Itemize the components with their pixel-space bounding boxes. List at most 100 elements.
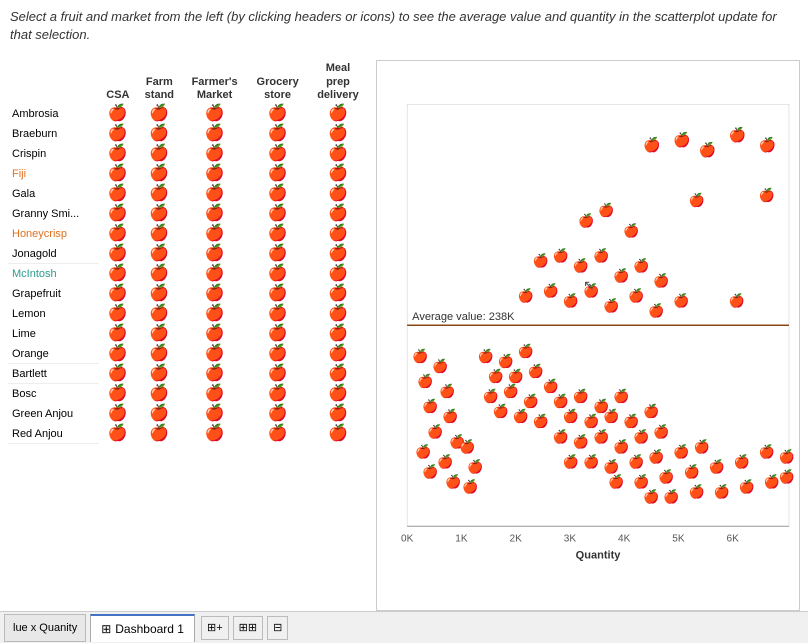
fruit-icon-cell[interactable]: 🍎	[247, 224, 308, 244]
fruit-icon-cell[interactable]: 🍎	[182, 424, 247, 444]
fruit-icon-cell[interactable]: 🍎	[308, 224, 368, 244]
fruit-icon-cell[interactable]: 🍎	[182, 204, 247, 224]
remove-dashboard-button[interactable]: ⊟	[267, 616, 288, 640]
fruit-name-cell[interactable]: McIntosh	[8, 264, 99, 284]
fruit-icon-cell[interactable]: 🍎	[247, 404, 308, 424]
new-dashboard-button[interactable]: ⊞+	[201, 616, 229, 640]
fruit-icon-cell[interactable]: 🍎	[99, 364, 137, 384]
fruit-icon-cell[interactable]: 🍎	[137, 344, 182, 364]
fruit-name-cell[interactable]: Fiji	[8, 164, 99, 184]
col-header-farmersmarket[interactable]: Farmer'sMarket	[182, 60, 247, 104]
fruit-icon-cell[interactable]: 🍎	[99, 184, 137, 204]
fruit-icon-cell[interactable]: 🍎	[247, 324, 308, 344]
fruit-icon-cell[interactable]: 🍎	[182, 284, 247, 304]
table-row[interactable]: Bartlett🍎🍎🍎🍎🍎	[8, 364, 368, 384]
fruit-icon-cell[interactable]: 🍎	[308, 204, 368, 224]
fruit-name-cell[interactable]: Bartlett	[8, 364, 99, 384]
fruit-icon-cell[interactable]: 🍎	[308, 344, 368, 364]
fruit-icon-cell[interactable]: 🍎	[247, 144, 308, 164]
duplicate-dashboard-button[interactable]: ⊞⊞	[233, 616, 263, 640]
fruit-name-cell[interactable]: Jonagold	[8, 244, 99, 264]
col-header-csa[interactable]: CSA	[99, 60, 137, 104]
fruit-icon-cell[interactable]: 🍎	[247, 104, 308, 124]
fruit-icon-cell[interactable]: 🍎	[99, 304, 137, 324]
fruit-icon-cell[interactable]: 🍎	[137, 304, 182, 324]
fruit-icon-cell[interactable]: 🍎	[247, 264, 308, 284]
fruit-icon-cell[interactable]: 🍎	[99, 344, 137, 364]
fruit-icon-cell[interactable]: 🍎	[247, 344, 308, 364]
fruit-icon-cell[interactable]: 🍎	[308, 144, 368, 164]
fruit-icon-cell[interactable]: 🍎	[137, 244, 182, 264]
col-header-farmstand[interactable]: Farmstand	[137, 60, 182, 104]
fruit-icon-cell[interactable]: 🍎	[182, 404, 247, 424]
fruit-icon-cell[interactable]: 🍎	[99, 244, 137, 264]
fruit-icon-cell[interactable]: 🍎	[247, 384, 308, 404]
fruit-name-cell[interactable]: Granny Smi...	[8, 204, 99, 224]
fruit-icon-cell[interactable]: 🍎	[99, 124, 137, 144]
fruit-name-cell[interactable]: Bosc	[8, 384, 99, 404]
table-row[interactable]: Red Anjou🍎🍎🍎🍎🍎	[8, 424, 368, 444]
fruit-icon-cell[interactable]: 🍎	[182, 224, 247, 244]
fruit-icon-cell[interactable]: 🍎	[137, 144, 182, 164]
fruit-icon-cell[interactable]: 🍎	[137, 104, 182, 124]
fruit-icon-cell[interactable]: 🍎	[182, 304, 247, 324]
col-header-mealprep[interactable]: Mealprepdelivery	[308, 60, 368, 104]
table-row[interactable]: Braeburn🍎🍎🍎🍎🍎	[8, 124, 368, 144]
fruit-icon-cell[interactable]: 🍎	[137, 224, 182, 244]
fruit-icon-cell[interactable]: 🍎	[182, 344, 247, 364]
fruit-icon-cell[interactable]: 🍎	[137, 184, 182, 204]
fruit-icon-cell[interactable]: 🍎	[137, 124, 182, 144]
fruit-name-cell[interactable]: Gala	[8, 184, 99, 204]
fruit-icon-cell[interactable]: 🍎	[308, 284, 368, 304]
fruit-icon-cell[interactable]: 🍎	[308, 104, 368, 124]
table-row[interactable]: Lemon🍎🍎🍎🍎🍎	[8, 304, 368, 324]
fruit-icon-cell[interactable]: 🍎	[137, 264, 182, 284]
fruit-icon-cell[interactable]: 🍎	[308, 424, 368, 444]
fruit-icon-cell[interactable]: 🍎	[99, 284, 137, 304]
tab-dashboard1[interactable]: ⊞ Dashboard 1	[90, 614, 195, 642]
fruit-icon-cell[interactable]: 🍎	[308, 384, 368, 404]
fruit-name-cell[interactable]: Honeycrisp	[8, 224, 99, 244]
table-row[interactable]: Grapefruit🍎🍎🍎🍎🍎	[8, 284, 368, 304]
fruit-name-cell[interactable]: Braeburn	[8, 124, 99, 144]
table-row[interactable]: Jonagold🍎🍎🍎🍎🍎	[8, 244, 368, 264]
fruit-icon-cell[interactable]: 🍎	[182, 384, 247, 404]
fruit-icon-cell[interactable]: 🍎	[99, 104, 137, 124]
table-row[interactable]: Granny Smi...🍎🍎🍎🍎🍎	[8, 204, 368, 224]
fruit-icon-cell[interactable]: 🍎	[99, 144, 137, 164]
table-row[interactable]: Lime🍎🍎🍎🍎🍎	[8, 324, 368, 344]
fruit-icon-cell[interactable]: 🍎	[182, 364, 247, 384]
fruit-icon-cell[interactable]: 🍎	[137, 204, 182, 224]
fruit-icon-cell[interactable]: 🍎	[99, 264, 137, 284]
fruit-name-cell[interactable]: Crispin	[8, 144, 99, 164]
table-row[interactable]: Green Anjou🍎🍎🍎🍎🍎	[8, 404, 368, 424]
fruit-icon-cell[interactable]: 🍎	[247, 424, 308, 444]
table-row[interactable]: Ambrosia🍎🍎🍎🍎🍎	[8, 104, 368, 124]
fruit-icon-cell[interactable]: 🍎	[99, 164, 137, 184]
col-header-grocerystore[interactable]: Grocerystore	[247, 60, 308, 104]
fruit-icon-cell[interactable]: 🍎	[137, 324, 182, 344]
fruit-icon-cell[interactable]: 🍎	[182, 144, 247, 164]
fruit-icon-cell[interactable]: 🍎	[308, 164, 368, 184]
fruit-icon-cell[interactable]: 🍎	[99, 204, 137, 224]
fruit-icon-cell[interactable]: 🍎	[247, 244, 308, 264]
fruit-icon-cell[interactable]: 🍎	[99, 404, 137, 424]
fruit-icon-cell[interactable]: 🍎	[308, 324, 368, 344]
fruit-name-cell[interactable]: Orange	[8, 344, 99, 364]
fruit-icon-cell[interactable]: 🍎	[182, 324, 247, 344]
fruit-icon-cell[interactable]: 🍎	[182, 184, 247, 204]
fruit-icon-cell[interactable]: 🍎	[247, 284, 308, 304]
fruit-icon-cell[interactable]: 🍎	[308, 184, 368, 204]
fruit-name-cell[interactable]: Lemon	[8, 304, 99, 324]
fruit-icon-cell[interactable]: 🍎	[137, 424, 182, 444]
fruit-icon-cell[interactable]: 🍎	[247, 364, 308, 384]
fruit-icon-cell[interactable]: 🍎	[247, 304, 308, 324]
table-row[interactable]: Orange🍎🍎🍎🍎🍎	[8, 344, 368, 364]
fruit-icon-cell[interactable]: 🍎	[247, 184, 308, 204]
fruit-icon-cell[interactable]: 🍎	[308, 264, 368, 284]
fruit-icon-cell[interactable]: 🍎	[308, 244, 368, 264]
fruit-icon-cell[interactable]: 🍎	[247, 204, 308, 224]
fruit-name-cell[interactable]: Red Anjou	[8, 424, 99, 444]
fruit-icon-cell[interactable]: 🍎	[99, 224, 137, 244]
table-row[interactable]: Gala🍎🍎🍎🍎🍎	[8, 184, 368, 204]
